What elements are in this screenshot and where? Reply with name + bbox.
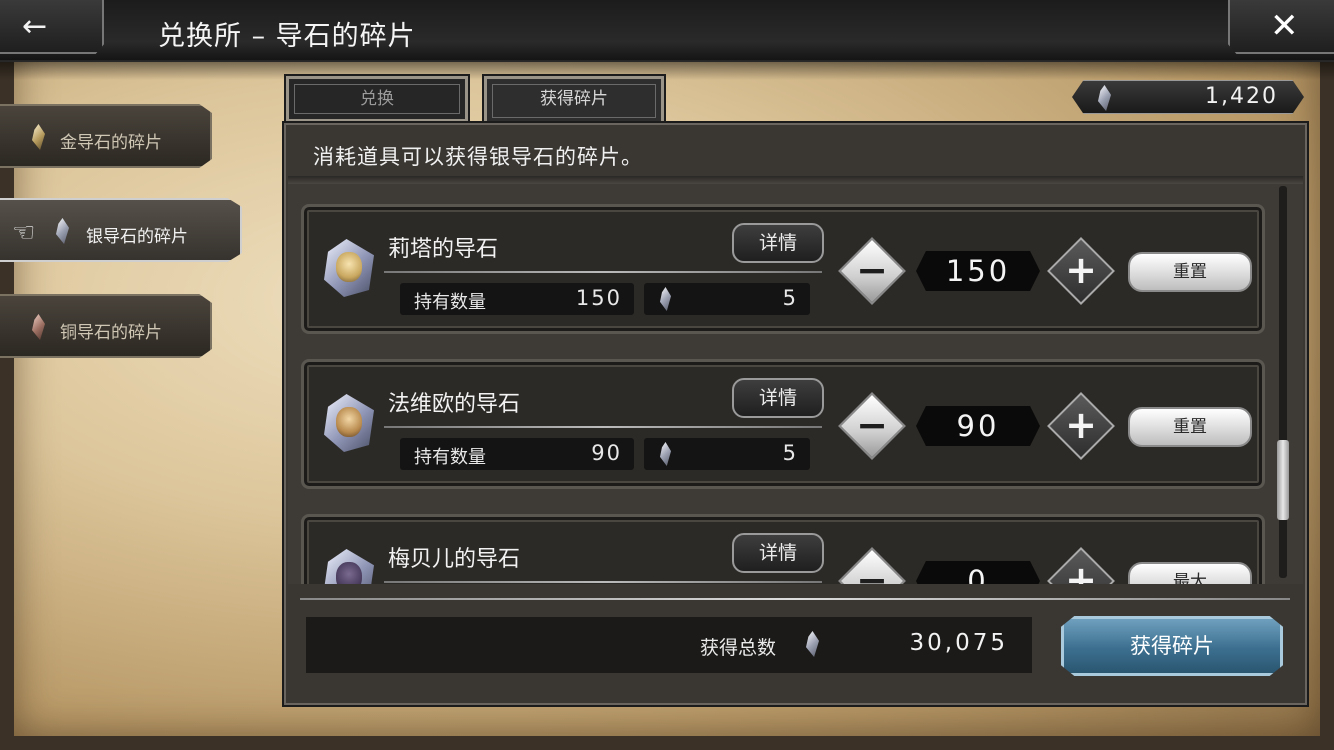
owned-value: 90 xyxy=(591,441,622,465)
tab-get-shards[interactable]: 获得碎片 xyxy=(482,74,666,128)
divider xyxy=(384,581,822,583)
shard-value-box: 5 xyxy=(644,283,810,315)
side-tab-label: 金导石的碎片 xyxy=(60,133,162,153)
owned-label: 持有数量 xyxy=(414,447,486,468)
increase-button[interactable]: + xyxy=(1047,392,1115,460)
divider xyxy=(288,176,1303,184)
panel-description: 消耗道具可以获得银导石的碎片。 xyxy=(313,145,643,169)
item-list[interactable]: 莉塔的导石 详情 持有数量 150 5 − 150 + 重置 法维欧的导石 详情 xyxy=(288,184,1303,584)
silver-shard-icon xyxy=(660,287,671,311)
tab-inner-border xyxy=(294,84,460,114)
item-name: 莉塔的导石 xyxy=(388,237,499,262)
total-value: 30,075 xyxy=(909,630,1008,656)
owned-count-box: 持有数量 90 xyxy=(400,438,634,470)
minus-icon: − xyxy=(856,403,888,447)
guide-stone-portrait-icon xyxy=(324,239,374,297)
detail-button[interactable]: 详情 xyxy=(732,378,824,418)
back-button[interactable]: ← xyxy=(0,0,104,54)
side-tab-gold-shards[interactable]: 金导石的碎片 xyxy=(0,104,212,168)
gold-shard-icon xyxy=(32,124,45,150)
quantity-value: 90 xyxy=(916,406,1040,446)
increase-button[interactable]: + xyxy=(1047,547,1115,584)
owned-value: 150 xyxy=(575,286,622,310)
bronze-shard-icon xyxy=(32,314,45,340)
tab-inner-border xyxy=(492,84,656,118)
side-tab-silver-shards[interactable]: ☜ 银导石的碎片 xyxy=(0,198,242,262)
divider xyxy=(384,426,822,428)
get-shards-button[interactable]: 获得碎片 xyxy=(1061,616,1283,676)
item-name: 法维欧的导石 xyxy=(388,392,521,417)
total-bar: 获得总数 30,075 xyxy=(306,617,1032,673)
plus-icon: + xyxy=(1065,248,1097,292)
total-label: 获得总数 xyxy=(700,637,777,659)
close-button[interactable]: ✕ xyxy=(1228,0,1334,54)
side-tab-bronze-shards[interactable]: 铜导石的碎片 xyxy=(0,294,212,358)
header-shadow xyxy=(0,60,1334,80)
shard-value: 5 xyxy=(782,286,798,310)
guide-stone-portrait-icon xyxy=(324,549,374,584)
currency-display: 1,420 xyxy=(1072,80,1304,114)
minus-icon: − xyxy=(856,558,888,584)
character-face xyxy=(336,562,362,584)
silver-shard-icon xyxy=(56,218,69,244)
pointing-hand-icon: ☜ xyxy=(12,218,36,248)
minus-icon: − xyxy=(856,248,888,292)
detail-button[interactable]: 详情 xyxy=(732,533,824,573)
plus-icon: + xyxy=(1065,403,1097,447)
silver-shard-icon xyxy=(660,442,671,466)
silver-shard-icon xyxy=(806,631,819,657)
character-face xyxy=(336,252,362,282)
owned-label: 持有数量 xyxy=(414,292,486,313)
item-card: 梅贝儿的导石 详情 − 0 + 最大 xyxy=(301,514,1265,584)
side-tab-label: 银导石的碎片 xyxy=(86,227,188,247)
side-tab-label: 铜导石的碎片 xyxy=(60,323,162,343)
shard-value: 5 xyxy=(782,441,798,465)
reset-button[interactable]: 重置 xyxy=(1128,407,1252,447)
character-face xyxy=(336,407,362,437)
scrollbar-thumb[interactable] xyxy=(1277,440,1289,520)
max-button[interactable]: 最大 xyxy=(1128,562,1252,584)
back-arrow-icon: ← xyxy=(22,9,48,44)
shard-value-box: 5 xyxy=(644,438,810,470)
divider xyxy=(384,271,822,273)
guide-stone-portrait-icon xyxy=(324,394,374,452)
page-title: 兑换所 – 导石的碎片 xyxy=(158,21,416,52)
decrease-button[interactable]: − xyxy=(838,237,906,305)
detail-button[interactable]: 详情 xyxy=(732,223,824,263)
currency-value: 1,420 xyxy=(1205,84,1278,109)
decrease-button[interactable]: − xyxy=(838,392,906,460)
silver-shard-icon xyxy=(1098,85,1111,111)
quantity-value: 150 xyxy=(916,251,1040,291)
increase-button[interactable]: + xyxy=(1047,237,1115,305)
divider xyxy=(300,598,1290,600)
close-icon: ✕ xyxy=(1270,6,1299,46)
tab-exchange[interactable]: 兑换 xyxy=(284,74,470,124)
item-card: 法维欧的导石 详情 持有数量 90 5 − 90 + 重置 xyxy=(301,359,1265,489)
decrease-button[interactable]: − xyxy=(838,547,906,584)
reset-button[interactable]: 重置 xyxy=(1128,252,1252,292)
quantity-value: 0 xyxy=(916,561,1040,584)
item-card: 莉塔的导石 详情 持有数量 150 5 − 150 + 重置 xyxy=(301,204,1265,334)
owned-count-box: 持有数量 150 xyxy=(400,283,634,315)
plus-icon: + xyxy=(1065,558,1097,584)
item-name: 梅贝儿的导石 xyxy=(388,547,521,572)
